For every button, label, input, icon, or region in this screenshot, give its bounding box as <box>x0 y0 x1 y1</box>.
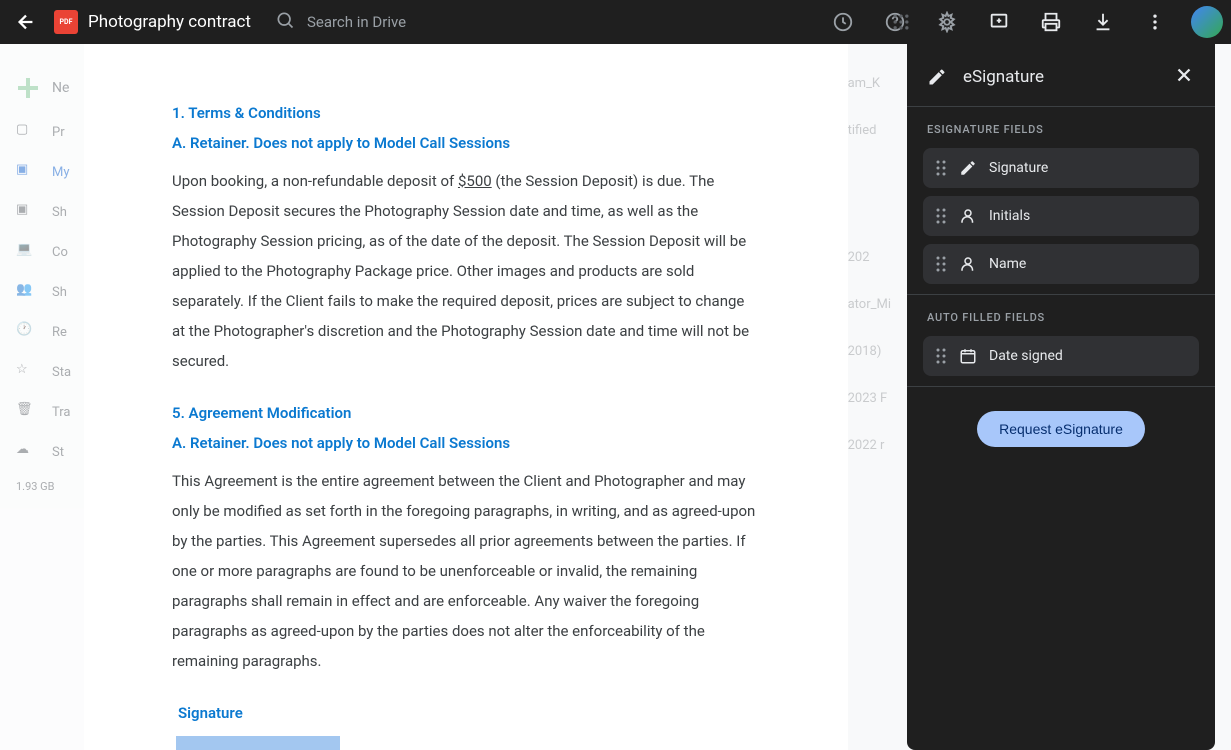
sidebar-priority[interactable]: ▢Pr <box>0 112 90 152</box>
person-icon <box>959 207 977 225</box>
esignature-fields-label: ESIGNATURE FIELDS <box>907 107 1215 148</box>
new-button[interactable]: Ne <box>0 64 90 112</box>
add-comment-icon[interactable] <box>979 2 1019 42</box>
section-5-subtitle: A. Retainer. Does not apply to Model Cal… <box>172 434 760 452</box>
field-initials[interactable]: Initials <box>923 196 1199 236</box>
drag-handle-icon <box>935 255 947 273</box>
search-placeholder: Search in Drive <box>307 13 406 31</box>
sidebar-recent[interactable]: 🕐Re <box>0 312 90 352</box>
drag-handle-icon <box>935 159 947 177</box>
field-label: Initials <box>989 208 1030 224</box>
close-icon <box>1173 64 1195 86</box>
settings-icon[interactable] <box>927 2 967 42</box>
paragraph-2: This Agreement is the entire agreement b… <box>172 466 760 676</box>
drag-handle-icon <box>935 207 947 225</box>
signature-label: Signature <box>178 704 760 722</box>
sidebar-computers[interactable]: 💻Co <box>0 232 90 272</box>
field-label: Date signed <box>989 348 1063 364</box>
field-label: Name <box>989 256 1026 272</box>
arrow-left-icon <box>15 11 37 33</box>
sidebar-shared-drives[interactable]: ▣Sh <box>0 192 90 232</box>
search-area[interactable]: Search in Drive <box>275 10 406 34</box>
print-icon[interactable] <box>1031 2 1071 42</box>
request-esignature-button[interactable]: Request eSignature <box>977 411 1145 447</box>
download-icon[interactable] <box>1083 2 1123 42</box>
calendar-icon <box>959 347 977 365</box>
esignature-panel: eSignature ESIGNATURE FIELDS Signature I… <box>907 44 1215 750</box>
document-title: Photography contract <box>88 12 251 32</box>
document-preview: 1. Terms & Conditions A. Retainer. Does … <box>84 44 848 750</box>
divider <box>907 386 1215 387</box>
avatar[interactable] <box>1191 6 1223 38</box>
section-1-subtitle: A. Retainer. Does not apply to Model Cal… <box>172 134 760 152</box>
pen-icon <box>927 67 947 87</box>
sidebar-storage[interactable]: ☁St <box>0 432 90 472</box>
storage-used: 1.93 GB <box>0 472 90 501</box>
sidebar-shared[interactable]: 👥Sh <box>0 272 90 312</box>
apps-icon[interactable] <box>881 2 921 42</box>
sidebar-starred[interactable]: ☆Sta <box>0 352 90 392</box>
more-icon[interactable] <box>1135 2 1175 42</box>
pdf-badge: PDF <box>54 10 78 34</box>
panel-header: eSignature <box>907 44 1215 106</box>
back-button[interactable] <box>8 4 44 40</box>
section-1-title: 1. Terms & Conditions <box>172 104 760 122</box>
sidebar-mydrive[interactable]: ▣My <box>0 152 90 192</box>
drag-handle-icon <box>935 347 947 365</box>
signature-icon <box>959 159 977 177</box>
signature-field-box[interactable] <box>176 736 340 750</box>
panel-title: eSignature <box>963 67 1157 87</box>
field-label: Signature <box>989 160 1048 176</box>
sidebar-trash[interactable]: 🗑Tra <box>0 392 90 432</box>
paragraph-1: Upon booking, a non-refundable deposit o… <box>172 166 760 376</box>
auto-filled-fields-label: AUTO FILLED FIELDS <box>907 295 1215 336</box>
close-panel-button[interactable] <box>1173 64 1195 90</box>
person-icon <box>959 255 977 273</box>
field-date-signed[interactable]: Date signed <box>923 336 1199 376</box>
search-icon <box>275 10 295 34</box>
clock-icon[interactable] <box>823 2 863 42</box>
top-bar: PDF Photography contract Search in Drive <box>0 0 1231 44</box>
field-name[interactable]: Name <box>923 244 1199 284</box>
left-sidebar: Ne ▢Pr ▣My ▣Sh 💻Co 👥Sh 🕐Re ☆Sta 🗑Tra ☁St… <box>0 44 90 750</box>
bg-file-list: am_K tified 202 ator_Mi 2018) 2023 F 202… <box>848 60 891 469</box>
field-signature[interactable]: Signature <box>923 148 1199 188</box>
section-5-title: 5. Agreement Modification <box>172 404 760 422</box>
